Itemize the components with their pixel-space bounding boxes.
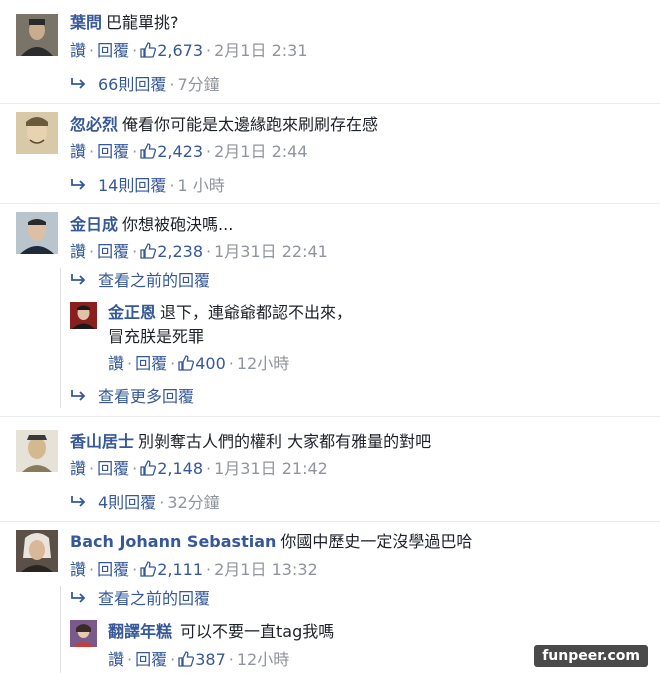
avatar[interactable] (70, 302, 97, 329)
author-name[interactable]: 金正恩 (108, 303, 156, 322)
reply-text-line2: 冒充朕是死罪 (108, 327, 205, 346)
comment-body: 香山居士 別剝奪古人們的權利 大家都有雅量的對吧 (70, 432, 431, 452)
thumbs-up-icon[interactable] (140, 561, 157, 577)
replies-time: 1 小時 (177, 176, 225, 195)
author-name[interactable]: Bach Johann Sebastian (70, 532, 276, 551)
view-more-label[interactable]: 查看更多回覆 (98, 387, 194, 406)
avatar[interactable] (16, 430, 58, 472)
timestamp[interactable]: 2月1日 2:31 (214, 41, 307, 60)
comment-actions: 讚 · 回覆 · 2,423 · 2月1日 2:44 (70, 142, 308, 161)
comment-body: 忽必烈 俺看你可能是太邊緣跑來刷刷存在感 (70, 115, 378, 135)
view-previous-replies[interactable]: 查看之前的回覆 (70, 589, 210, 609)
thread-line (60, 586, 61, 673)
like-button[interactable]: 讚 (70, 459, 86, 478)
reply-arrow-icon (71, 592, 86, 603)
comment-body: Bach Johann Sebastian 你國中歷史一定沒學過巴哈 (70, 532, 472, 552)
view-previous-replies[interactable]: 查看之前的回覆 (70, 271, 210, 291)
avatar[interactable] (16, 112, 58, 154)
avatar[interactable] (16, 530, 58, 572)
comment-actions: 讚 · 回覆 · 2,238 · 1月31日 22:41 (70, 242, 328, 261)
like-button[interactable]: 讚 (70, 142, 86, 161)
comment-text: 別剝奪古人們的權利 大家都有雅量的對吧 (138, 432, 432, 451)
reply-body: 金正恩 退下，連爺爺都認不出來， (108, 303, 352, 323)
reply-text: 退下，連爺爺都認不出來， (160, 303, 353, 322)
author-name[interactable]: 金日成 (70, 215, 118, 234)
divider (0, 203, 660, 204)
reply-button[interactable]: 回覆 (135, 650, 167, 669)
like-count[interactable]: 2,238 (157, 242, 203, 261)
thumbs-up-icon[interactable] (140, 460, 157, 476)
like-button[interactable]: 讚 (70, 41, 86, 60)
comment-text: 你國中歷史一定沒學過巴哈 (280, 532, 473, 551)
divider (0, 416, 660, 417)
thumbs-up-icon[interactable] (140, 42, 157, 58)
avatar[interactable] (70, 620, 97, 647)
view-more-replies[interactable]: 查看更多回覆 (70, 387, 194, 407)
reply-button[interactable]: 回覆 (135, 354, 167, 373)
like-count[interactable]: 2,673 (157, 41, 203, 60)
reply-button[interactable]: 回覆 (97, 459, 129, 478)
replies-time: 32分鐘 (167, 493, 220, 512)
view-previous-label[interactable]: 查看之前的回覆 (98, 589, 210, 608)
watermark: funpeer.com (534, 645, 648, 667)
replies-link[interactable]: 4則回覆 · 32分鐘 (70, 493, 220, 513)
reply-actions: 讚 · 回覆 · 387 · 12小時 (108, 650, 290, 669)
author-name[interactable]: 葉問 (70, 13, 102, 32)
like-button[interactable]: 讚 (108, 650, 124, 669)
reply-actions: 讚 · 回覆 · 400 · 12小時 (108, 354, 290, 373)
divider (0, 103, 660, 104)
timestamp[interactable]: 2月1日 2:44 (214, 142, 307, 161)
thumbs-up-icon[interactable] (178, 651, 195, 667)
timestamp[interactable]: 2月1日 13:32 (214, 560, 318, 579)
like-count[interactable]: 2,111 (157, 560, 203, 579)
timestamp[interactable]: 12小時 (237, 650, 289, 669)
comment-text: 你想被砲決嗎... (122, 215, 234, 234)
comment-actions: 讚 · 回覆 · 2,111 · 2月1日 13:32 (70, 560, 318, 579)
replies-link[interactable]: 66則回覆 · 7分鐘 (70, 75, 220, 95)
timestamp[interactable]: 1月31日 21:42 (214, 459, 328, 478)
reply-arrow-icon (71, 179, 86, 190)
author-name[interactable]: 忽必烈 (70, 115, 118, 134)
like-button[interactable]: 讚 (70, 560, 86, 579)
divider (0, 521, 660, 522)
comment-text: 俺看你可能是太邊緣跑來刷刷存在感 (122, 115, 379, 134)
author-name[interactable]: 香山居士 (70, 432, 134, 451)
comment-actions: 讚 · 回覆 · 2,673 · 2月1日 2:31 (70, 41, 308, 60)
replies-count[interactable]: 4則回覆 (98, 493, 156, 512)
comment-text: 巴龍單挑? (106, 13, 179, 32)
reply-button[interactable]: 回覆 (97, 142, 129, 161)
view-previous-label[interactable]: 查看之前的回覆 (98, 271, 210, 290)
like-count[interactable]: 400 (195, 354, 226, 373)
reply-arrow-icon (71, 496, 86, 507)
replies-time: 7分鐘 (177, 75, 220, 94)
like-count[interactable]: 2,148 (157, 459, 203, 478)
timestamp[interactable]: 1月31日 22:41 (214, 242, 328, 261)
timestamp[interactable]: 12小時 (237, 354, 289, 373)
reply-arrow-icon (71, 274, 86, 285)
reply-arrow-icon (71, 78, 86, 89)
comment-actions: 讚 · 回覆 · 2,148 · 1月31日 21:42 (70, 459, 328, 478)
replies-count[interactable]: 66則回覆 (98, 75, 166, 94)
comment-body: 金日成 你想被砲決嗎... (70, 215, 233, 235)
reply-body: 翻譯年糕 可以不要一直tag我嗎 (108, 622, 334, 642)
comment-body: 葉問 巴龍單挑? (70, 13, 179, 33)
reply-button[interactable]: 回覆 (97, 41, 129, 60)
replies-count[interactable]: 14則回覆 (98, 176, 166, 195)
thumbs-up-icon[interactable] (178, 355, 195, 371)
like-button[interactable]: 讚 (108, 354, 124, 373)
thread-line (60, 268, 61, 408)
reply-text: 可以不要一直tag我嗎 (180, 622, 335, 641)
reply-button[interactable]: 回覆 (97, 242, 129, 261)
thumbs-up-icon[interactable] (140, 243, 157, 259)
thumbs-up-icon[interactable] (140, 143, 157, 159)
author-name[interactable]: 翻譯年糕 (108, 622, 172, 641)
reply-button[interactable]: 回覆 (97, 560, 129, 579)
reply-arrow-icon (71, 390, 86, 401)
like-button[interactable]: 讚 (70, 242, 86, 261)
avatar[interactable] (16, 14, 58, 56)
avatar[interactable] (16, 212, 58, 254)
like-count[interactable]: 2,423 (157, 142, 203, 161)
like-count[interactable]: 387 (195, 650, 226, 669)
replies-link[interactable]: 14則回覆 · 1 小時 (70, 176, 225, 196)
